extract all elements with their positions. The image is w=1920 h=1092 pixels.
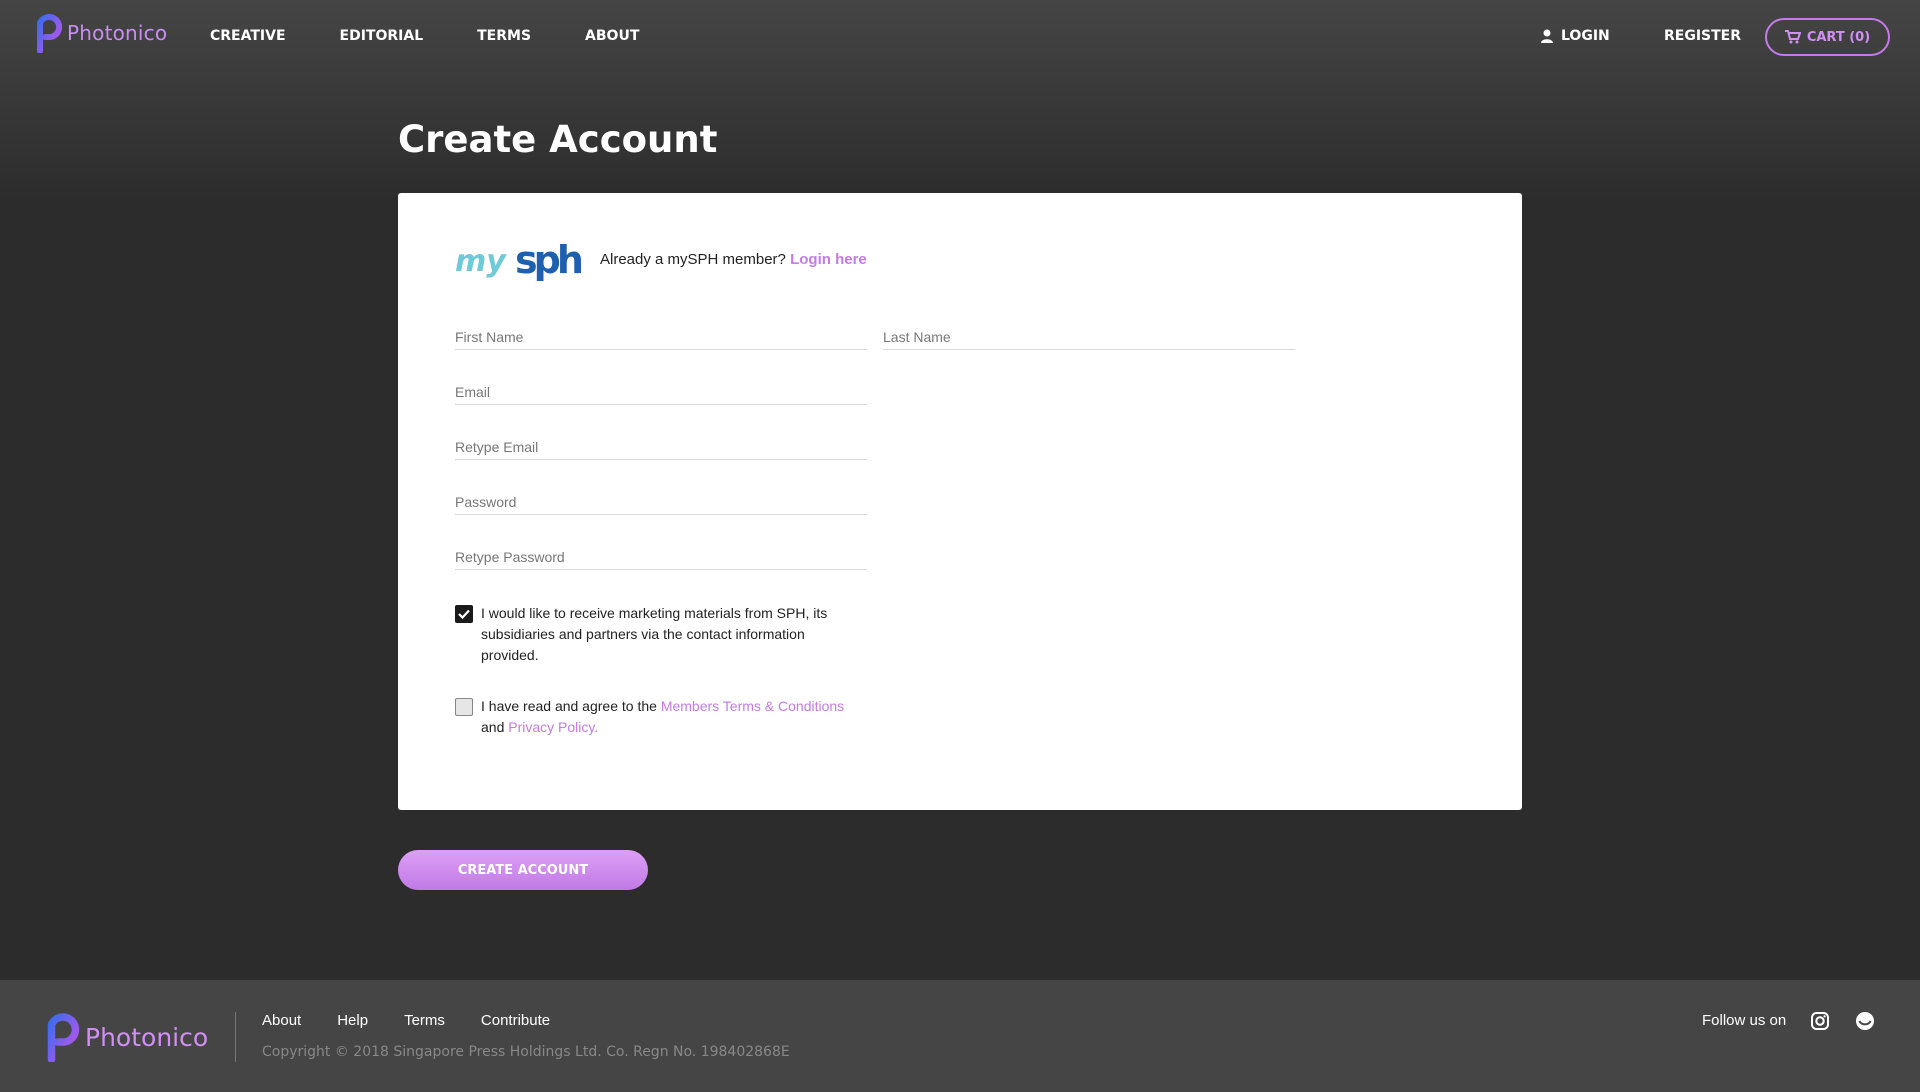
footer-link-terms[interactable]: Terms bbox=[404, 1012, 445, 1029]
cart-button[interactable]: CART (0) bbox=[1765, 18, 1890, 56]
photonico-logo-icon bbox=[47, 1013, 80, 1062]
footer-link-help[interactable]: Help bbox=[337, 1012, 368, 1029]
site-footer: Photonico About Help Terms Contribute Co… bbox=[0, 980, 1920, 1092]
terms-text: I have read and agree to the Members Ter… bbox=[481, 696, 861, 738]
terms-and: and bbox=[481, 719, 505, 735]
photonico-logo-icon bbox=[37, 14, 63, 53]
footer-divider bbox=[235, 1012, 236, 1062]
mysph-banner: my sph Already a mySPH member? Login her… bbox=[455, 231, 867, 287]
privacy-policy-link[interactable]: Privacy Policy. bbox=[508, 719, 598, 735]
logo-text: Photonico bbox=[67, 21, 168, 45]
retype-password-input[interactable] bbox=[455, 538, 867, 569]
last-name-field[interactable] bbox=[883, 318, 1295, 350]
instagram-icon[interactable] bbox=[1810, 1011, 1830, 1036]
checkmark-icon bbox=[458, 609, 470, 619]
email-field[interactable] bbox=[455, 373, 867, 405]
last-name-input[interactable] bbox=[883, 318, 1295, 349]
first-name-field[interactable] bbox=[455, 318, 867, 350]
register-link[interactable]: REGISTER bbox=[1664, 28, 1741, 44]
footer-link-about[interactable]: About bbox=[262, 1012, 301, 1029]
follow-us-label: Follow us on bbox=[1702, 1012, 1787, 1029]
nav-editorial[interactable]: EDITORIAL bbox=[340, 28, 424, 44]
already-label: Already a mySPH member? bbox=[600, 250, 786, 268]
marketing-consent: I would like to receive marketing materi… bbox=[455, 603, 861, 666]
marketing-checkbox[interactable] bbox=[455, 605, 473, 623]
cart-label: CART (0) bbox=[1806, 29, 1871, 45]
mysph-logo: my sph bbox=[455, 238, 586, 282]
svg-text:sph: sph bbox=[515, 238, 582, 282]
terms-prefix: I have read and agree to the bbox=[481, 698, 657, 714]
password-field[interactable] bbox=[455, 483, 867, 515]
terms-link[interactable]: Members Terms & Conditions bbox=[661, 698, 844, 714]
terms-consent: I have read and agree to the Members Ter… bbox=[455, 696, 861, 738]
login-here-link[interactable]: Login here bbox=[790, 251, 867, 268]
email-input[interactable] bbox=[455, 373, 867, 404]
marketing-text: I would like to receive marketing materi… bbox=[481, 605, 828, 663]
site-header: Photonico CREATIVE EDITORIAL TERMS ABOUT… bbox=[0, 0, 1920, 74]
retype-email-field[interactable] bbox=[455, 428, 867, 460]
retype-email-input[interactable] bbox=[455, 428, 867, 459]
terms-checkbox[interactable] bbox=[455, 698, 473, 716]
svg-text:my: my bbox=[455, 244, 507, 279]
create-account-button[interactable]: CREATE ACCOUNT bbox=[398, 850, 648, 890]
cart-icon bbox=[1784, 30, 1801, 44]
login-link[interactable]: LOGIN bbox=[1541, 28, 1610, 44]
nav-about[interactable]: ABOUT bbox=[585, 28, 639, 44]
footer-link-contribute[interactable]: Contribute bbox=[481, 1012, 550, 1029]
footer-logo[interactable]: Photonico bbox=[45, 1012, 208, 1062]
login-label: LOGIN bbox=[1561, 28, 1610, 44]
retype-password-field[interactable] bbox=[455, 538, 867, 570]
copyright-text: Copyright © 2018 Singapore Press Holding… bbox=[262, 1044, 790, 1060]
footer-links: About Help Terms Contribute bbox=[262, 1012, 586, 1029]
main-nav: CREATIVE EDITORIAL TERMS ABOUT bbox=[210, 28, 693, 44]
password-input[interactable] bbox=[455, 483, 867, 514]
nav-terms[interactable]: TERMS bbox=[477, 28, 531, 44]
page-title: Create Account bbox=[398, 118, 718, 161]
nav-creative[interactable]: CREATIVE bbox=[210, 28, 286, 44]
social-icon[interactable] bbox=[1855, 1011, 1875, 1036]
user-icon bbox=[1541, 29, 1553, 43]
create-account-form: my sph Already a mySPH member? Login her… bbox=[398, 193, 1522, 810]
photonico-logo[interactable]: Photonico bbox=[35, 13, 167, 53]
footer-logo-text: Photonico bbox=[85, 1022, 209, 1052]
already-member-text: Already a mySPH member? Login here bbox=[600, 251, 867, 268]
first-name-input[interactable] bbox=[455, 318, 867, 349]
